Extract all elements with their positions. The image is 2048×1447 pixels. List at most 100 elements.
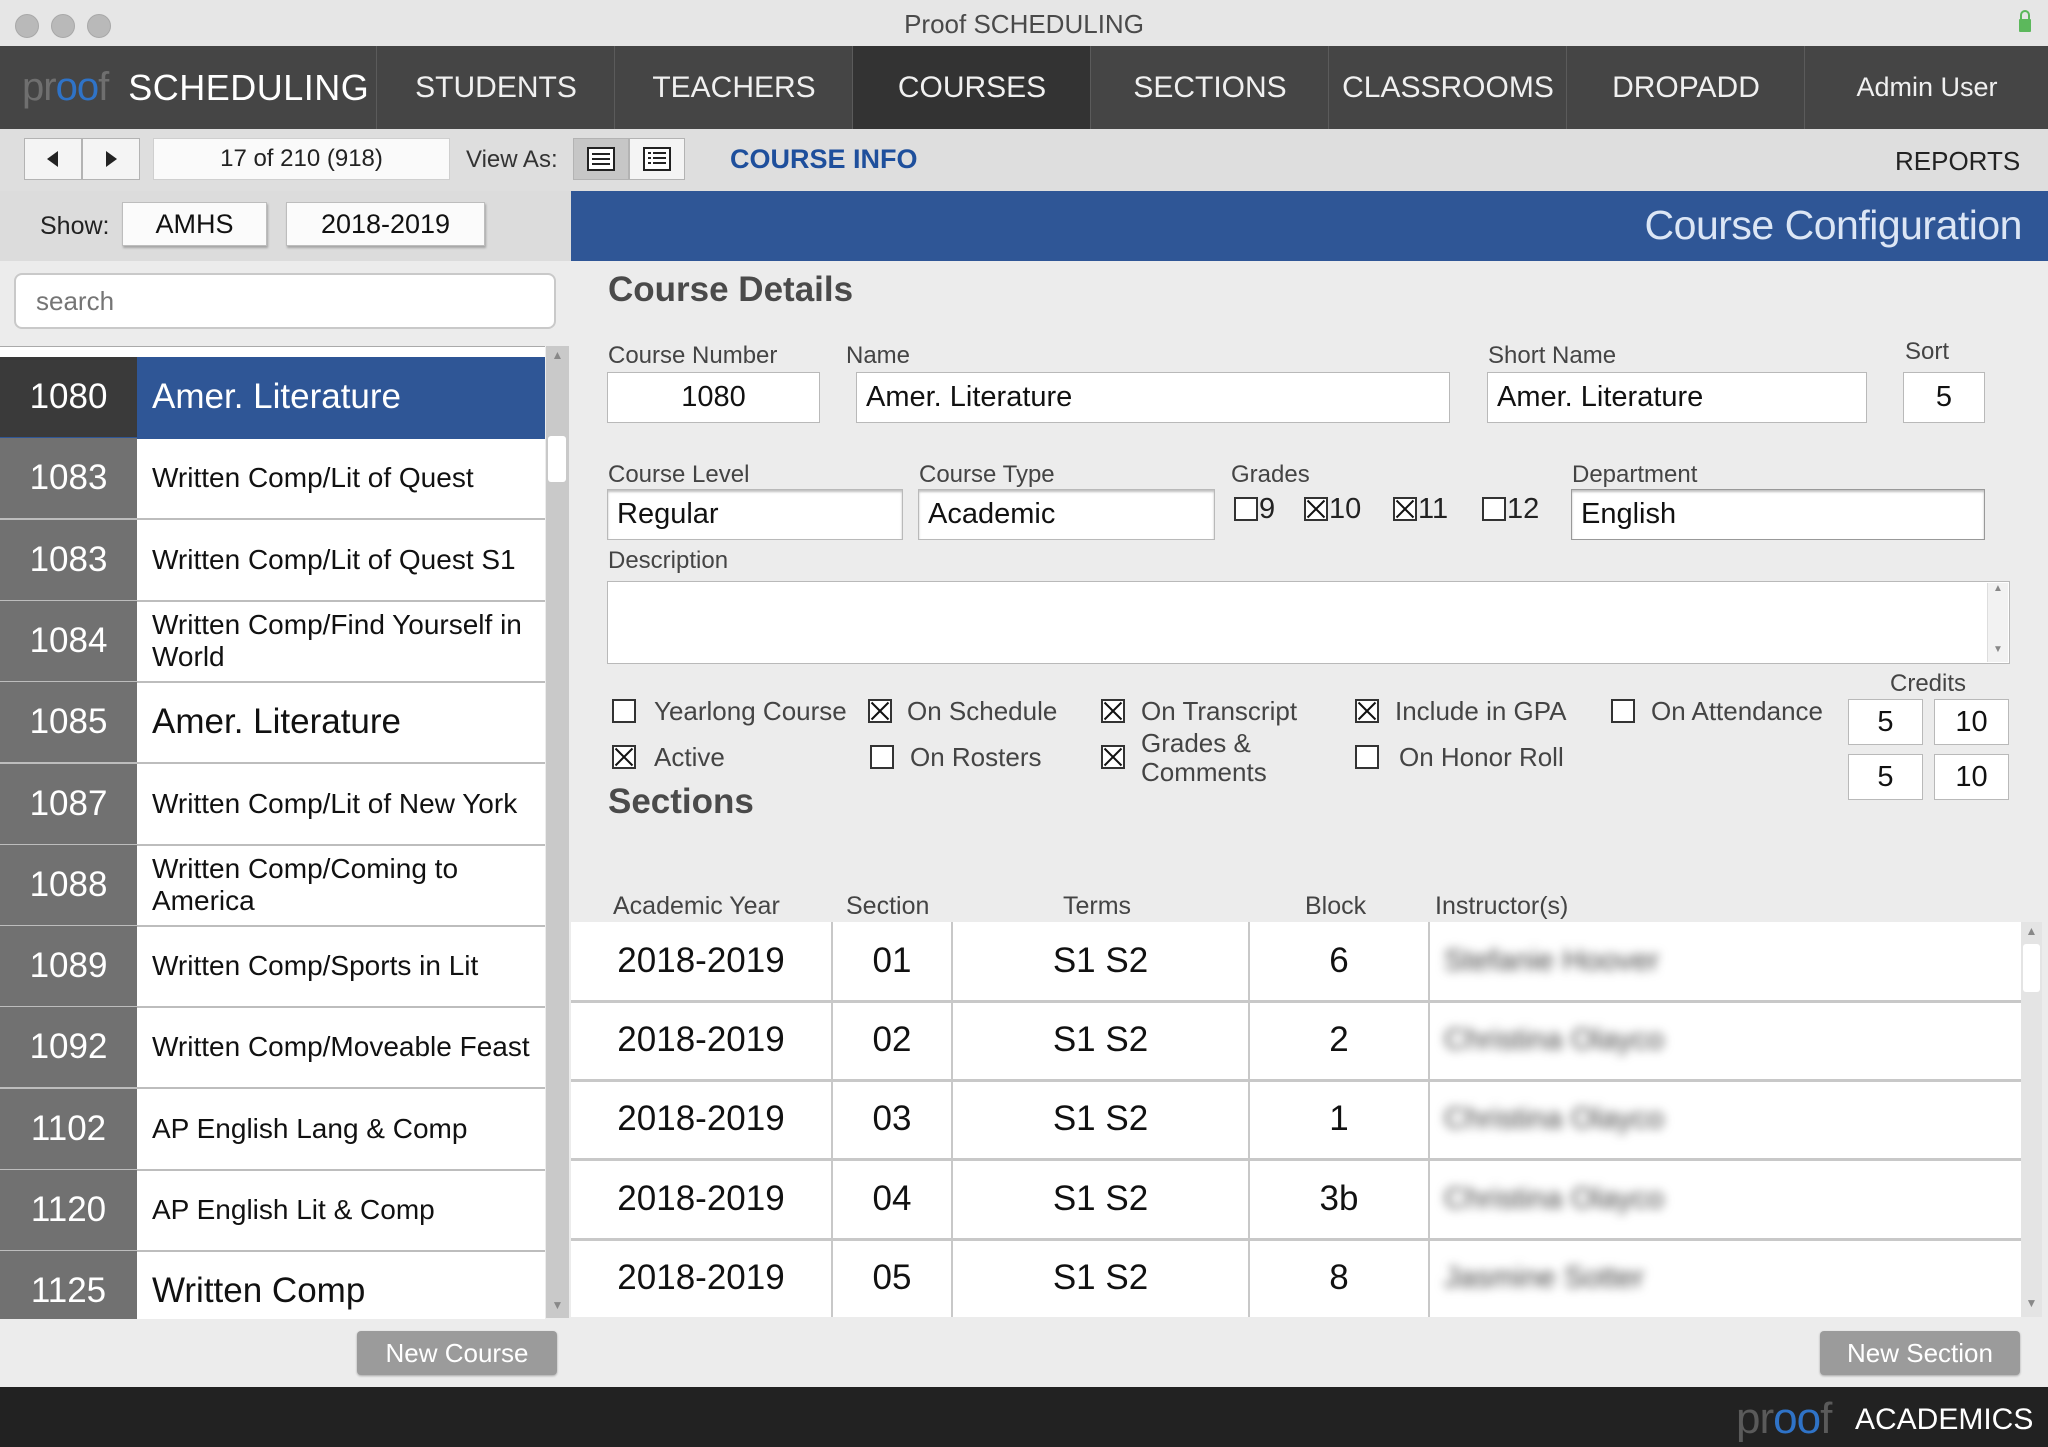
nav-students[interactable]: STUDENTS [376, 46, 615, 129]
on-schedule-checkbox[interactable] [868, 699, 892, 723]
on-rosters-checkbox[interactable] [870, 745, 894, 769]
table-row[interactable]: 2018-2019 01 S1 S2 6 Stefanie Hoover [571, 922, 2021, 1003]
grades-comments-checkbox[interactable] [1101, 745, 1125, 769]
credits-field-1[interactable]: 5 [1848, 699, 1923, 745]
nav-sections[interactable]: SECTIONS [1090, 46, 1329, 129]
course-list-item[interactable]: 1084 Written Comp/Find Yourself in World [0, 601, 545, 683]
nav-classrooms[interactable]: CLASSROOMS [1328, 46, 1567, 129]
course-list-item[interactable]: 1089 Written Comp/Sports in Lit [0, 926, 545, 1008]
course-name: Amer. Literature [152, 377, 401, 416]
course-info-tab[interactable]: COURSE INFO [730, 144, 918, 175]
column-block[interactable]: Block [1305, 892, 1366, 921]
user-menu[interactable]: Admin User [1804, 46, 2048, 129]
new-section-button[interactable]: New Section [1820, 1331, 2020, 1375]
on-attendance-checkbox[interactable] [1611, 699, 1635, 723]
scroll-thumb[interactable] [548, 436, 566, 482]
view-as-label: View As: [466, 146, 558, 173]
school-selector[interactable]: AMHS [122, 202, 267, 246]
sort-field[interactable]: 5 [1903, 372, 1985, 423]
cell-instructors: Stefanie Hoover [1444, 944, 1660, 977]
table-row[interactable]: 2018-2019 05 S1 S2 8 Jasmine Sotter [571, 1238, 2021, 1317]
course-list-item[interactable]: 1125 Written Comp [0, 1251, 545, 1319]
course-list-item[interactable]: 1092 Written Comp/Moveable Feast [0, 1007, 545, 1089]
include-in-gpa-checkbox[interactable] [1355, 699, 1379, 723]
course-name: AP English Lit & Comp [152, 1194, 435, 1225]
scroll-thumb[interactable] [2023, 944, 2040, 992]
scroll-up-icon[interactable]: ▲ [546, 348, 569, 366]
app-name: SCHEDULING [128, 66, 370, 108]
previous-record-button[interactable] [24, 138, 82, 180]
course-list-item[interactable]: 1120 AP English Lit & Comp [0, 1170, 545, 1252]
column-academic-year[interactable]: Academic Year [613, 892, 780, 921]
department-select[interactable]: English [1571, 489, 1985, 540]
table-row[interactable]: 2018-2019 03 S1 S2 1 Christina Olayco [571, 1080, 2021, 1162]
grade-10-label: 10 [1329, 493, 1362, 525]
grade-9-checkbox[interactable] [1234, 497, 1258, 521]
cell-academic-year: 2018-2019 [571, 922, 833, 1000]
course-list-item[interactable]: 1088 Written Comp/Coming to America [0, 845, 545, 927]
course-number: 1102 [0, 1089, 137, 1169]
course-list-scrollbar[interactable]: ▲ ▼ [546, 346, 569, 1318]
next-record-button[interactable] [82, 138, 140, 180]
yearlong-course-checkbox[interactable] [612, 699, 636, 723]
cell-block: 3b [1250, 1159, 1430, 1238]
course-list-item[interactable]: 1087 Written Comp/Lit of New York [0, 764, 545, 846]
course-name: Written Comp/Sports in Lit [152, 950, 479, 981]
list-view-button[interactable] [629, 138, 685, 180]
scroll-up-icon[interactable]: ▲ [1988, 583, 2008, 601]
column-section[interactable]: Section [846, 892, 929, 921]
table-row[interactable]: 2018-2019 02 S1 S2 2 Christina Olayco [571, 1001, 2021, 1083]
course-number: 1089 [0, 926, 137, 1006]
grade-10-checkbox[interactable] [1304, 497, 1328, 521]
scroll-down-icon[interactable]: ▼ [2021, 1296, 2042, 1314]
course-type-select[interactable]: Academic [918, 489, 1215, 540]
scroll-down-icon[interactable]: ▼ [546, 1298, 569, 1316]
course-level-select[interactable]: Regular [607, 489, 903, 540]
description-field[interactable] [607, 581, 2010, 664]
new-course-button[interactable]: New Course [357, 1331, 557, 1375]
cell-instructors: Christina Olayco [1444, 1102, 1665, 1136]
description-scrollbar[interactable]: ▲ ▼ [1987, 583, 2008, 662]
main-nav: proof SCHEDULING STUDENTS TEACHERS COURS… [0, 46, 2048, 129]
course-list-item[interactable]: 1083 Written Comp/Lit of Quest [0, 438, 545, 520]
course-list: 1080 Amer. Literature 1083 Written Comp/Lit… [0, 346, 545, 1319]
column-instructors[interactable]: Instructor(s) [1435, 892, 1568, 921]
active-checkbox[interactable] [612, 745, 636, 769]
nav-teachers[interactable]: TEACHERS [614, 46, 853, 129]
scroll-up-icon[interactable]: ▲ [2021, 924, 2042, 942]
course-list-item[interactable]: 1102 AP English Lang & Comp [0, 1089, 545, 1171]
grades-comments-label-1: Grades & [1141, 728, 1251, 758]
nav-dropadd[interactable]: DROPADD [1566, 46, 1805, 129]
nav-courses[interactable]: COURSES [852, 46, 1091, 129]
cell-terms: S1 S2 [953, 1159, 1250, 1238]
credits-field-2[interactable]: 10 [1934, 699, 2009, 745]
form-view-icon [587, 147, 615, 171]
course-number-field[interactable]: 1080 [607, 372, 820, 423]
brand[interactable]: proof SCHEDULING [0, 46, 376, 129]
grade-11-checkbox[interactable] [1393, 497, 1417, 521]
sections-table-scrollbar[interactable]: ▲ ▼ [2021, 922, 2042, 1317]
table-row[interactable]: 2018-2019 04 S1 S2 3b Christina Olayco [571, 1159, 2021, 1241]
name-field[interactable]: Amer. Literature [856, 372, 1450, 423]
form-view-button[interactable] [573, 138, 629, 180]
scroll-down-icon[interactable]: ▼ [1988, 644, 2008, 662]
course-number-label: Course Number [608, 342, 778, 369]
reports-button[interactable]: REPORTS [1895, 146, 2020, 177]
on-transcript-checkbox[interactable] [1101, 699, 1125, 723]
short-name-field[interactable]: Amer. Literature [1487, 372, 1867, 423]
course-list-item[interactable]: 1085 Amer. Literature [0, 682, 545, 764]
column-terms[interactable]: Terms [1063, 892, 1131, 921]
course-list-item[interactable]: 1080 Amer. Literature [0, 357, 545, 439]
course-name: Amer. Literature [152, 702, 401, 741]
course-number: 1087 [0, 764, 137, 844]
credits-field-3[interactable]: 5 [1848, 754, 1923, 800]
cell-section: 03 [833, 1080, 953, 1159]
search-input[interactable] [14, 273, 556, 329]
year-selector[interactable]: 2018-2019 [286, 202, 485, 246]
course-list-item[interactable]: 1083 Written Comp/Lit of Quest S1 [0, 520, 545, 602]
on-honor-roll-checkbox[interactable] [1355, 745, 1379, 769]
cell-terms: S1 S2 [953, 922, 1250, 1000]
credits-field-4[interactable]: 10 [1934, 754, 2009, 800]
grade-12-checkbox[interactable] [1482, 497, 1506, 521]
course-type-label: Course Type [919, 461, 1055, 488]
